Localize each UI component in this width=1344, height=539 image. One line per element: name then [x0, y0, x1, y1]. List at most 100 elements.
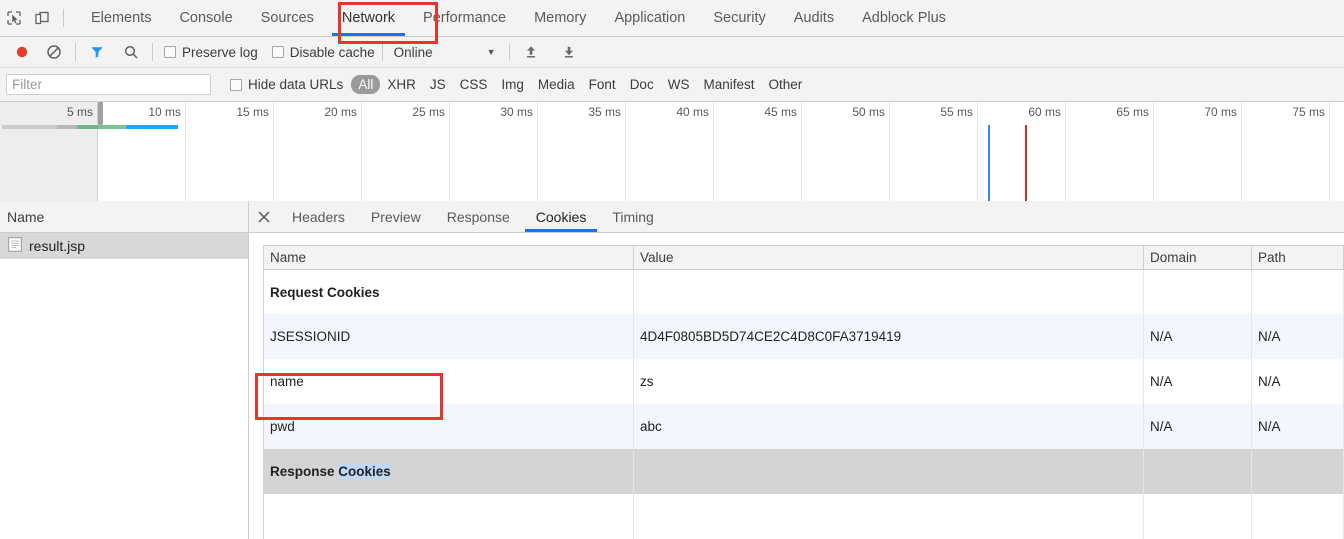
type-filter-manifest[interactable]: Manifest [696, 75, 761, 94]
type-label: CSS [459, 77, 488, 92]
chevron-down-icon[interactable]: ▼ [481, 47, 502, 57]
detail-tab-preview[interactable]: Preview [358, 201, 434, 232]
type-label: Doc [629, 77, 654, 92]
type-filter-ws[interactable]: WS [661, 75, 697, 94]
group-value [633, 269, 1144, 315]
search-icon[interactable] [117, 38, 145, 66]
cookie-row[interactable]: JSESSIONID 4D4F0805BD5D74CE2C4D8C0FA3719… [263, 314, 1344, 360]
tick-label: 50 ms [852, 105, 885, 119]
table-filler-row [263, 494, 1344, 539]
tick-label: 55 ms [940, 105, 973, 119]
tab-console[interactable]: Console [165, 0, 246, 37]
tick-label: 40 ms [676, 105, 709, 119]
group-label-text: Response [270, 464, 339, 480]
toolbar-separator [381, 43, 383, 61]
type-filter-all[interactable]: All [351, 75, 381, 94]
detail-tab-response[interactable]: Response [434, 201, 523, 232]
group-path [1251, 269, 1344, 315]
tick-label: 60 ms [1028, 105, 1061, 119]
tick-label: 35 ms [588, 105, 621, 119]
detail-tab-label: Cookies [535, 208, 587, 225]
panel-tabs: Elements Console Sources Network Perform… [77, 0, 960, 37]
type-filter-media[interactable]: Media [531, 75, 582, 94]
toolbar-separator [508, 43, 510, 61]
overview-tick: 75 ms [1242, 102, 1330, 201]
tab-label: Performance [423, 10, 507, 26]
detail-tab-headers[interactable]: Headers [279, 201, 358, 232]
tab-audits[interactable]: Audits [780, 0, 848, 37]
cookie-domain: N/A [1143, 314, 1252, 360]
request-row-result-jsp[interactable]: result.jsp [0, 233, 248, 259]
throttling-select[interactable]: Online [390, 45, 437, 60]
detail-tab-cookies[interactable]: Cookies [523, 201, 600, 232]
tab-sources[interactable]: Sources [247, 0, 328, 37]
type-label: Other [768, 77, 803, 92]
device-toolbar-icon[interactable] [28, 4, 56, 32]
type-filter-js[interactable]: JS [423, 75, 453, 94]
type-label: Img [501, 77, 524, 92]
clear-icon[interactable] [40, 38, 68, 66]
type-filter-img[interactable]: Img [494, 75, 531, 94]
tab-security[interactable]: Security [699, 0, 779, 37]
detail-tab-timing[interactable]: Timing [599, 201, 667, 232]
request-detail-panel: Headers Preview Response Cookies Timing [249, 201, 1344, 539]
overview-tick: 20 ms [274, 102, 362, 201]
upload-har-icon[interactable] [517, 38, 545, 66]
type-filter-font[interactable]: Font [582, 75, 623, 94]
preserve-log-label: Preserve log [182, 44, 258, 60]
type-label: JS [429, 77, 446, 92]
overview-dim-region [0, 102, 98, 201]
hide-data-urls-checkbox[interactable]: Hide data URLs [230, 77, 343, 92]
download-har-icon[interactable] [555, 38, 583, 66]
cookie-path: N/A [1251, 404, 1344, 450]
column-header-name[interactable]: Name [263, 245, 634, 270]
column-header-value[interactable]: Value [633, 245, 1144, 270]
tab-label: Audits [793, 10, 835, 26]
network-overview[interactable]: 5 ms 10 ms 15 ms 20 ms 25 ms 30 ms 35 ms… [0, 102, 1344, 202]
column-header-domain[interactable]: Domain [1143, 245, 1252, 270]
overview-tick: 55 ms [890, 102, 978, 201]
close-icon[interactable] [249, 201, 279, 232]
record-button-icon[interactable] [8, 38, 36, 66]
cookie-row[interactable]: name zs N/A N/A [263, 359, 1344, 405]
disable-cache-checkbox[interactable]: Disable cache [271, 44, 375, 60]
type-filter-css[interactable]: CSS [453, 75, 495, 94]
tab-elements[interactable]: Elements [77, 0, 165, 37]
column-header-path[interactable]: Path [1251, 245, 1344, 270]
tab-memory[interactable]: Memory [520, 0, 600, 37]
cookie-row[interactable]: pwd abc N/A N/A [263, 404, 1344, 450]
tab-application[interactable]: Application [600, 0, 699, 37]
requests-panel: Name result.jsp [0, 201, 249, 539]
overview-window-handle[interactable] [98, 102, 103, 125]
cookies-group-row-response[interactable]: Response Cookies [263, 449, 1344, 495]
tab-label: Application [614, 10, 686, 26]
tick-label: 45 ms [764, 105, 797, 119]
cookie-domain: N/A [1143, 404, 1252, 450]
tab-performance[interactable]: Performance [409, 0, 520, 37]
filter-input[interactable] [6, 74, 211, 95]
preserve-log-checkbox[interactable]: Preserve log [164, 45, 258, 60]
type-filter-other[interactable]: Other [761, 75, 809, 94]
caret-glyph: ▼ [486, 47, 496, 57]
tick-label: 20 ms [324, 105, 357, 119]
filler-cell [1143, 494, 1252, 539]
requests-column-header[interactable]: Name [0, 201, 248, 233]
funnel-filter-icon[interactable] [83, 38, 111, 66]
overview-tick: 10 ms [98, 102, 186, 201]
cookies-group-row-request[interactable]: Request Cookies [263, 269, 1344, 315]
type-label: All [358, 77, 374, 92]
load-line [1025, 125, 1027, 201]
type-label: Font [588, 77, 616, 92]
type-filter-doc[interactable]: Doc [623, 75, 661, 94]
overview-tick: 35 ms [538, 102, 626, 201]
overview-tick: 50 ms [802, 102, 890, 201]
disable-cache-label: Disable cache [289, 44, 375, 60]
filler-cell [263, 494, 634, 539]
type-filter-xhr[interactable]: XHR [380, 75, 423, 94]
inspect-cursor-icon[interactable] [0, 4, 28, 32]
tab-adblock-plus[interactable]: Adblock Plus [848, 0, 960, 37]
tab-network[interactable]: Network [328, 0, 409, 37]
type-label: XHR [387, 77, 416, 92]
cookie-value: abc [633, 404, 1144, 450]
toolbar-separator [75, 43, 76, 61]
